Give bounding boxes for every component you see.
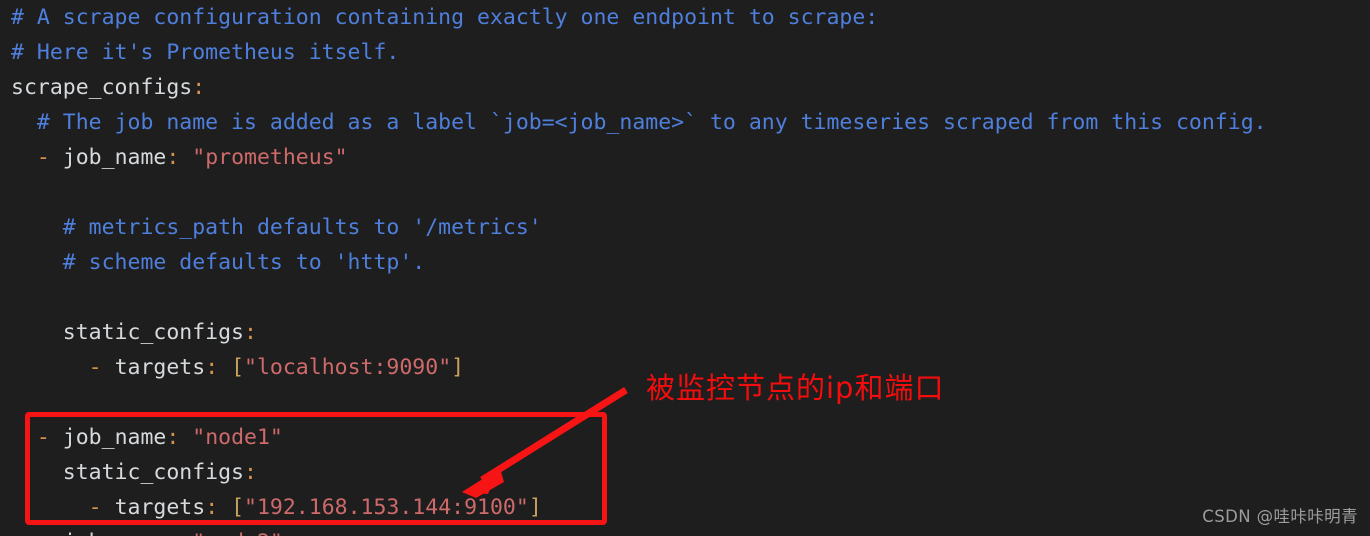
code-line[interactable]: # scheme defaults to 'http'. [0, 245, 1370, 280]
code-token-str: "192.168.153.144:9100" [244, 495, 529, 520]
code-line[interactable] [0, 175, 1370, 210]
code-line[interactable]: - job_name: "node2" [0, 525, 1370, 536]
code-line[interactable]: # A scrape configuration containing exac… [0, 0, 1370, 35]
code-token-punct: : [192, 75, 206, 100]
code-token-dash: - [36, 425, 50, 450]
code-token-punct: : [244, 460, 257, 485]
code-line[interactable]: - job_name: "prometheus" [0, 140, 1370, 175]
code-token-str: "localhost:9090" [244, 355, 452, 380]
code-token-key: targets [114, 495, 206, 520]
code-line[interactable] [0, 280, 1370, 315]
csdn-watermark: CSDN @哇咔咔明青 [1202, 507, 1358, 526]
code-token-key: job_name [63, 530, 167, 536]
code-token-punct: : [166, 145, 193, 170]
code-token-punct: : [205, 495, 232, 520]
code-token-brk: ] [451, 355, 465, 380]
code-token-cmt: # The job name is added as a label `job=… [36, 110, 1267, 135]
code-line[interactable]: # Here it's Prometheus itself. [0, 35, 1370, 70]
code-token-punct: : [205, 355, 232, 380]
code-token-dash: - [36, 145, 50, 170]
code-token-cmt: # scheme defaults to 'http'. [62, 250, 426, 275]
code-token-brk: [ [231, 355, 245, 380]
code-token-key: job_name [62, 145, 167, 170]
code-token-key: static_configs [62, 460, 244, 485]
code-token-brk: ] [528, 495, 542, 520]
code-token-dash: - [88, 495, 102, 520]
code-token-str: "prometheus" [192, 145, 348, 170]
code-line[interactable]: static_configs: [0, 455, 1370, 490]
code-token-punct: : [166, 530, 192, 536]
code-token-key: job_name [62, 425, 167, 450]
code-token-key: static_configs [62, 320, 244, 345]
code-token-punct: : [166, 425, 193, 450]
code-line[interactable]: - job_name: "node1" [0, 420, 1370, 455]
code-token-str: "node2" [192, 530, 283, 536]
yaml-code-editor[interactable]: # A scrape configuration containing exac… [0, 0, 1370, 536]
code-line[interactable]: # The job name is added as a label `job=… [0, 105, 1370, 140]
code-line[interactable]: scrape_configs: [0, 70, 1370, 105]
code-token-dash: - [88, 355, 102, 380]
code-token-brk: [ [231, 495, 245, 520]
code-line[interactable]: # metrics_path defaults to '/metrics' [0, 210, 1370, 245]
annotation-text: 被监控节点的ip和端口 [646, 371, 945, 405]
code-token-cmt: # Here it's Prometheus itself. [11, 40, 400, 65]
code-token-dash: - [37, 530, 50, 536]
code-token-cmt: # A scrape configuration containing exac… [11, 5, 879, 30]
code-token-cmt: # metrics_path defaults to '/metrics' [62, 215, 542, 240]
screenshot-root: # A scrape configuration containing exac… [0, 0, 1370, 536]
code-token-punct: : [244, 320, 257, 345]
code-line[interactable]: - targets: ["192.168.153.144:9100"] [0, 490, 1370, 525]
code-token-key: scrape_configs [11, 75, 193, 100]
code-token-str: "node1" [192, 425, 283, 450]
code-line[interactable]: static_configs: [0, 315, 1370, 350]
code-token-key: targets [114, 355, 206, 380]
